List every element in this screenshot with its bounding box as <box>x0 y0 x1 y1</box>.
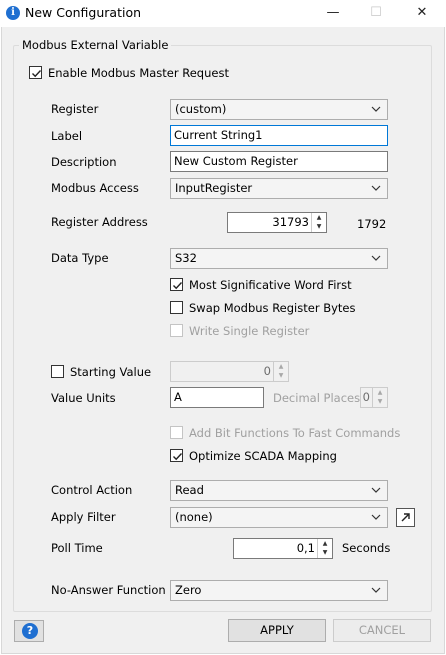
open-filter-button[interactable] <box>396 508 415 527</box>
check-icon <box>173 453 183 461</box>
open-external-icon <box>401 513 410 522</box>
apply-filter-combo[interactable]: (none) <box>170 507 388 528</box>
description-label: Description <box>51 155 117 169</box>
chevron-down-icon <box>371 514 381 520</box>
chevron-down-icon <box>371 185 381 191</box>
optimize-scada-checkbox[interactable] <box>170 449 183 462</box>
register-label: Register <box>51 102 99 116</box>
msw-first-label: Most Significative Word First <box>189 278 352 292</box>
cancel-button: CANCEL <box>333 619 431 642</box>
control-action-combo[interactable]: Read <box>170 480 388 501</box>
apply-button[interactable]: APPLY <box>228 619 326 642</box>
swap-bytes-checkbox[interactable] <box>170 301 183 314</box>
data-type-combo[interactable]: S32 <box>170 248 388 269</box>
starting-value-checkbox[interactable] <box>51 365 64 378</box>
spin-down-icon: ▼ <box>377 398 383 405</box>
apply-filter-value: (none) <box>175 510 213 524</box>
swap-bytes-label: Swap Modbus Register Bytes <box>189 301 356 315</box>
register-value: (custom) <box>175 102 227 116</box>
window-title: New Configuration <box>25 5 142 20</box>
spin-down-icon: ▼ <box>278 372 284 379</box>
poll-time-stepper[interactable]: 0,1 ▲ ▼ <box>233 538 333 559</box>
starting-value-value: 0 <box>263 364 271 378</box>
data-type-label: Data Type <box>51 251 109 265</box>
spin-up-icon: ▲ <box>278 363 284 370</box>
register-address-value: 31793 <box>272 215 309 229</box>
minimize-button[interactable]: — <box>318 3 348 23</box>
spin-up-icon: ▲ <box>377 389 383 396</box>
info-icon: i <box>6 6 20 20</box>
starting-value-spin: ▲ ▼ <box>273 362 288 381</box>
no-answer-value: Zero <box>175 583 202 597</box>
title-bar: i New Configuration — ☐ ✕ <box>0 0 446 27</box>
data-type-value: S32 <box>175 251 197 265</box>
help-button[interactable]: ? <box>14 620 44 642</box>
chevron-down-icon <box>371 587 381 593</box>
register-combo[interactable]: (custom) <box>170 99 388 120</box>
register-address-spin[interactable]: ▲ ▼ <box>311 213 326 232</box>
close-button[interactable]: ✕ <box>407 3 437 23</box>
label-field-label: Label <box>51 129 83 143</box>
maximize-button: ☐ <box>370 5 382 20</box>
poll-time-unit: Seconds <box>342 541 391 555</box>
decimal-places-value: 0 <box>362 390 370 404</box>
group-title: Modbus External Variable <box>19 38 172 52</box>
control-action-value: Read <box>175 483 204 497</box>
poll-time-value: 0,1 <box>296 541 315 555</box>
help-icon: ? <box>22 623 38 639</box>
poll-time-spin[interactable]: ▲ ▼ <box>317 539 332 558</box>
check-icon <box>173 282 183 290</box>
no-answer-combo[interactable]: Zero <box>170 580 388 601</box>
check-icon <box>32 70 42 78</box>
description-input[interactable]: New Custom Register <box>170 151 388 172</box>
chevron-down-icon <box>371 487 381 493</box>
spin-down-icon[interactable]: ▼ <box>318 548 332 557</box>
write-single-label: Write Single Register <box>189 324 310 338</box>
decimal-places-stepper: 0 ▲ ▼ <box>360 387 388 408</box>
value-units-input[interactable]: A <box>170 387 264 408</box>
control-action-label: Control Action <box>51 483 133 497</box>
value-units-label: Value Units <box>51 391 116 405</box>
spin-up-icon[interactable]: ▲ <box>312 213 326 222</box>
msw-first-checkbox[interactable] <box>170 278 183 291</box>
spin-down-icon[interactable]: ▼ <box>312 222 326 231</box>
bit-functions-checkbox <box>170 426 183 439</box>
write-single-checkbox <box>170 324 183 337</box>
enable-master-request-checkbox[interactable] <box>29 66 42 79</box>
enable-master-request-label: Enable Modbus Master Request <box>48 66 229 80</box>
apply-filter-label: Apply Filter <box>51 510 116 524</box>
register-offset-value: 1792 <box>357 217 387 231</box>
modbus-access-label: Modbus Access <box>51 181 139 195</box>
no-answer-label: No-Answer Function <box>51 583 166 597</box>
spin-up-icon[interactable]: ▲ <box>318 539 332 548</box>
modbus-access-combo[interactable]: InputRegister <box>170 178 388 199</box>
bit-functions-label: Add Bit Functions To Fast Commands <box>189 426 401 440</box>
starting-value-label: Starting Value <box>70 365 152 379</box>
register-address-stepper[interactable]: 31793 ▲ ▼ <box>227 212 327 233</box>
label-input[interactable]: Current String1 <box>170 125 388 146</box>
poll-time-label: Poll Time <box>51 541 103 555</box>
register-address-label: Register Address <box>51 215 148 229</box>
starting-value-stepper: 0 ▲ ▼ <box>170 361 289 382</box>
modbus-access-value: InputRegister <box>175 181 253 195</box>
chevron-down-icon <box>371 106 381 112</box>
optimize-scada-label: Optimize SCADA Mapping <box>189 449 337 463</box>
decimal-places-spin: ▲ ▼ <box>372 388 387 407</box>
chevron-down-icon <box>371 255 381 261</box>
decimal-places-label: Decimal Places <box>273 391 361 405</box>
